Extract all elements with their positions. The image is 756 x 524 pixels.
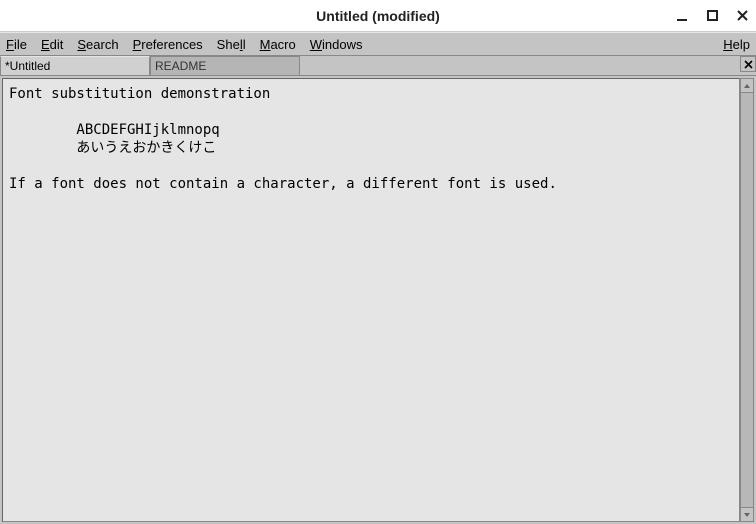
tab-readme[interactable]: README xyxy=(150,56,300,75)
editor-container: Font substitution demonstration ABCDEFGH… xyxy=(0,76,756,524)
scroll-track[interactable] xyxy=(741,93,753,507)
menu-preferences[interactable]: Preferences xyxy=(133,37,203,52)
menu-search[interactable]: Search xyxy=(77,37,118,52)
menu-windows[interactable]: Windows xyxy=(310,37,363,52)
chevron-up-icon xyxy=(743,83,751,89)
vertical-scrollbar[interactable] xyxy=(740,78,754,522)
tab-label: README xyxy=(155,59,206,73)
window-title: Untitled (modified) xyxy=(316,8,440,24)
scroll-down-button[interactable] xyxy=(741,507,753,521)
minimize-icon xyxy=(676,10,688,22)
maximize-icon xyxy=(707,10,718,21)
menu-edit[interactable]: Edit xyxy=(41,37,63,52)
text-editor[interactable]: Font substitution demonstration ABCDEFGH… xyxy=(2,78,740,522)
menu-macro[interactable]: Macro xyxy=(260,37,296,52)
maximize-button[interactable] xyxy=(704,8,720,24)
tab-close-button[interactable] xyxy=(740,56,756,72)
close-icon xyxy=(737,10,748,21)
menubar: File Edit Search Preferences Shell Macro… xyxy=(0,32,756,56)
tabbar: *Untitled README xyxy=(0,56,756,76)
tab-label: *Untitled xyxy=(5,59,50,73)
close-button[interactable] xyxy=(734,8,750,24)
chevron-down-icon xyxy=(743,512,751,518)
titlebar-buttons xyxy=(674,8,750,24)
menu-shell[interactable]: Shell xyxy=(217,37,246,52)
scroll-up-button[interactable] xyxy=(741,79,753,93)
close-icon xyxy=(744,60,753,69)
tab-untitled[interactable]: *Untitled xyxy=(0,56,150,75)
menu-file[interactable]: File xyxy=(6,37,27,52)
titlebar: Untitled (modified) xyxy=(0,0,756,32)
menu-help[interactable]: Help xyxy=(723,37,750,52)
minimize-button[interactable] xyxy=(674,8,690,24)
